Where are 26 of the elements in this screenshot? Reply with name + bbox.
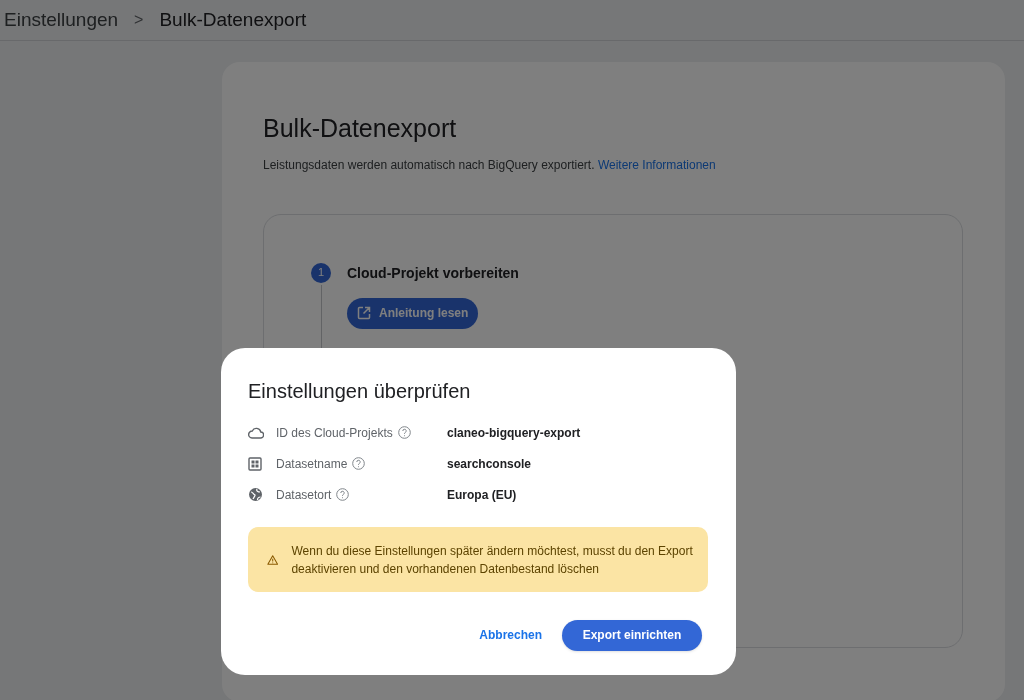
dataset-icon <box>248 456 262 471</box>
setting-label: ID des Cloud-Projekts <box>276 424 393 442</box>
external-link-icon <box>357 306 371 320</box>
setting-label: Datasetort <box>276 486 332 504</box>
breadcrumb-current: Bulk-Datenexport <box>159 7 307 32</box>
help-icon[interactable] <box>352 457 366 470</box>
setting-value: searchconsole <box>447 455 532 473</box>
cloud-icon <box>248 426 264 439</box>
page-description: Leistungsdaten werden automatisch nach BigQuery exportiert. <box>263 157 595 172</box>
export-setup-button[interactable]: Export einrichten <box>562 619 702 651</box>
globe-icon <box>248 487 263 502</box>
read-guide-button[interactable]: Anleitung lesen <box>347 297 479 329</box>
step-title: Cloud-Projekt vorbereiten <box>347 263 519 283</box>
step-number: 1 <box>311 262 331 283</box>
setting-label: Datasetname <box>276 455 348 473</box>
cancel-button[interactable]: Abbrechen <box>475 618 546 652</box>
dialog-title: Einstellungen überprüfen <box>248 379 472 404</box>
more-info-link[interactable]: Weitere Informationen <box>597 157 716 172</box>
setting-value: claneo-bigquery-export <box>447 424 581 442</box>
help-icon[interactable] <box>397 426 411 439</box>
breadcrumb-separator: > <box>134 10 144 30</box>
breadcrumb-link[interactable]: Einstellungen <box>4 5 119 35</box>
page-title: Bulk-Datenexport <box>263 113 458 144</box>
setting-value: Europa (EU) <box>447 486 517 504</box>
warning-text: Wenn du diese Einstellungen später ändern möchtest, musst du den Export deaktivieren und den vorhandenen Datenbestand löschen <box>291 542 694 578</box>
help-icon[interactable] <box>336 488 350 501</box>
